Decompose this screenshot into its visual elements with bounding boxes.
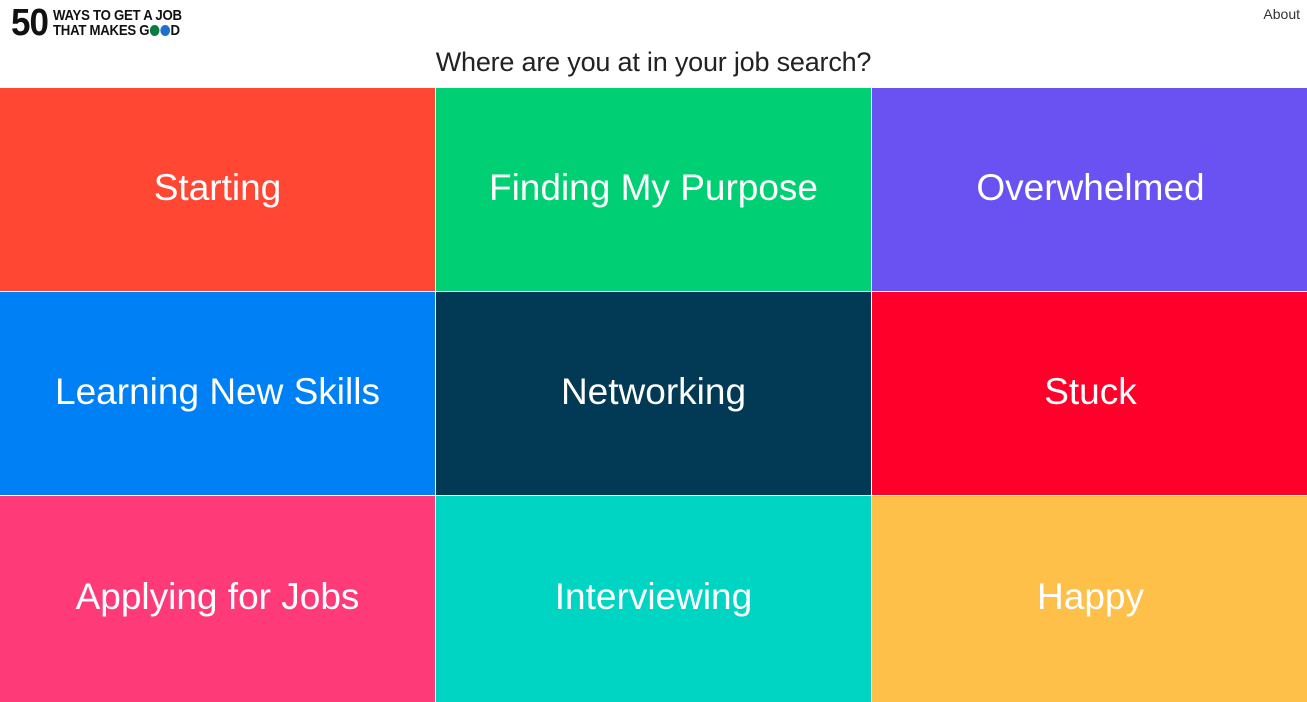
tile-stuck[interactable]: Stuck <box>872 292 1307 495</box>
site-header: 50 WAYS TO GET A JOB THAT MAKES G D About… <box>0 0 1307 88</box>
logo-number: 50 <box>11 2 49 44</box>
logo-line-2: THAT MAKES G D <box>53 23 182 38</box>
tile-starting[interactable]: Starting <box>0 88 435 291</box>
tile-learning-new-skills[interactable]: Learning New Skills <box>0 292 435 495</box>
tile-interviewing[interactable]: Interviewing <box>436 496 871 702</box>
site-logo[interactable]: 50 WAYS TO GET A JOB THAT MAKES G D <box>11 2 200 44</box>
logo-line-1: WAYS TO GET A JOB <box>53 7 183 24</box>
tile-happy[interactable]: Happy <box>872 496 1307 702</box>
page-title: Where are you at in your job search? <box>435 47 872 77</box>
about-link[interactable]: About <box>1263 6 1300 22</box>
tile-applying-for-jobs[interactable]: Applying for Jobs <box>0 496 435 702</box>
logo-o-green-icon <box>150 25 160 36</box>
logo-o-blue-icon <box>160 25 171 36</box>
tile-finding-my-purpose[interactable]: Finding My Purpose <box>436 88 871 291</box>
tile-overwhelmed[interactable]: Overwhelmed <box>872 88 1307 291</box>
logo-wordmark: WAYS TO GET A JOB THAT MAKES G D <box>53 8 182 38</box>
logo-line-2-prefix: THAT MAKES G <box>53 22 150 39</box>
tile-networking[interactable]: Networking <box>436 292 871 495</box>
job-search-stage-grid: Starting Finding My Purpose Overwhelmed … <box>0 88 1307 702</box>
logo-line-2-suffix: D <box>170 22 181 39</box>
